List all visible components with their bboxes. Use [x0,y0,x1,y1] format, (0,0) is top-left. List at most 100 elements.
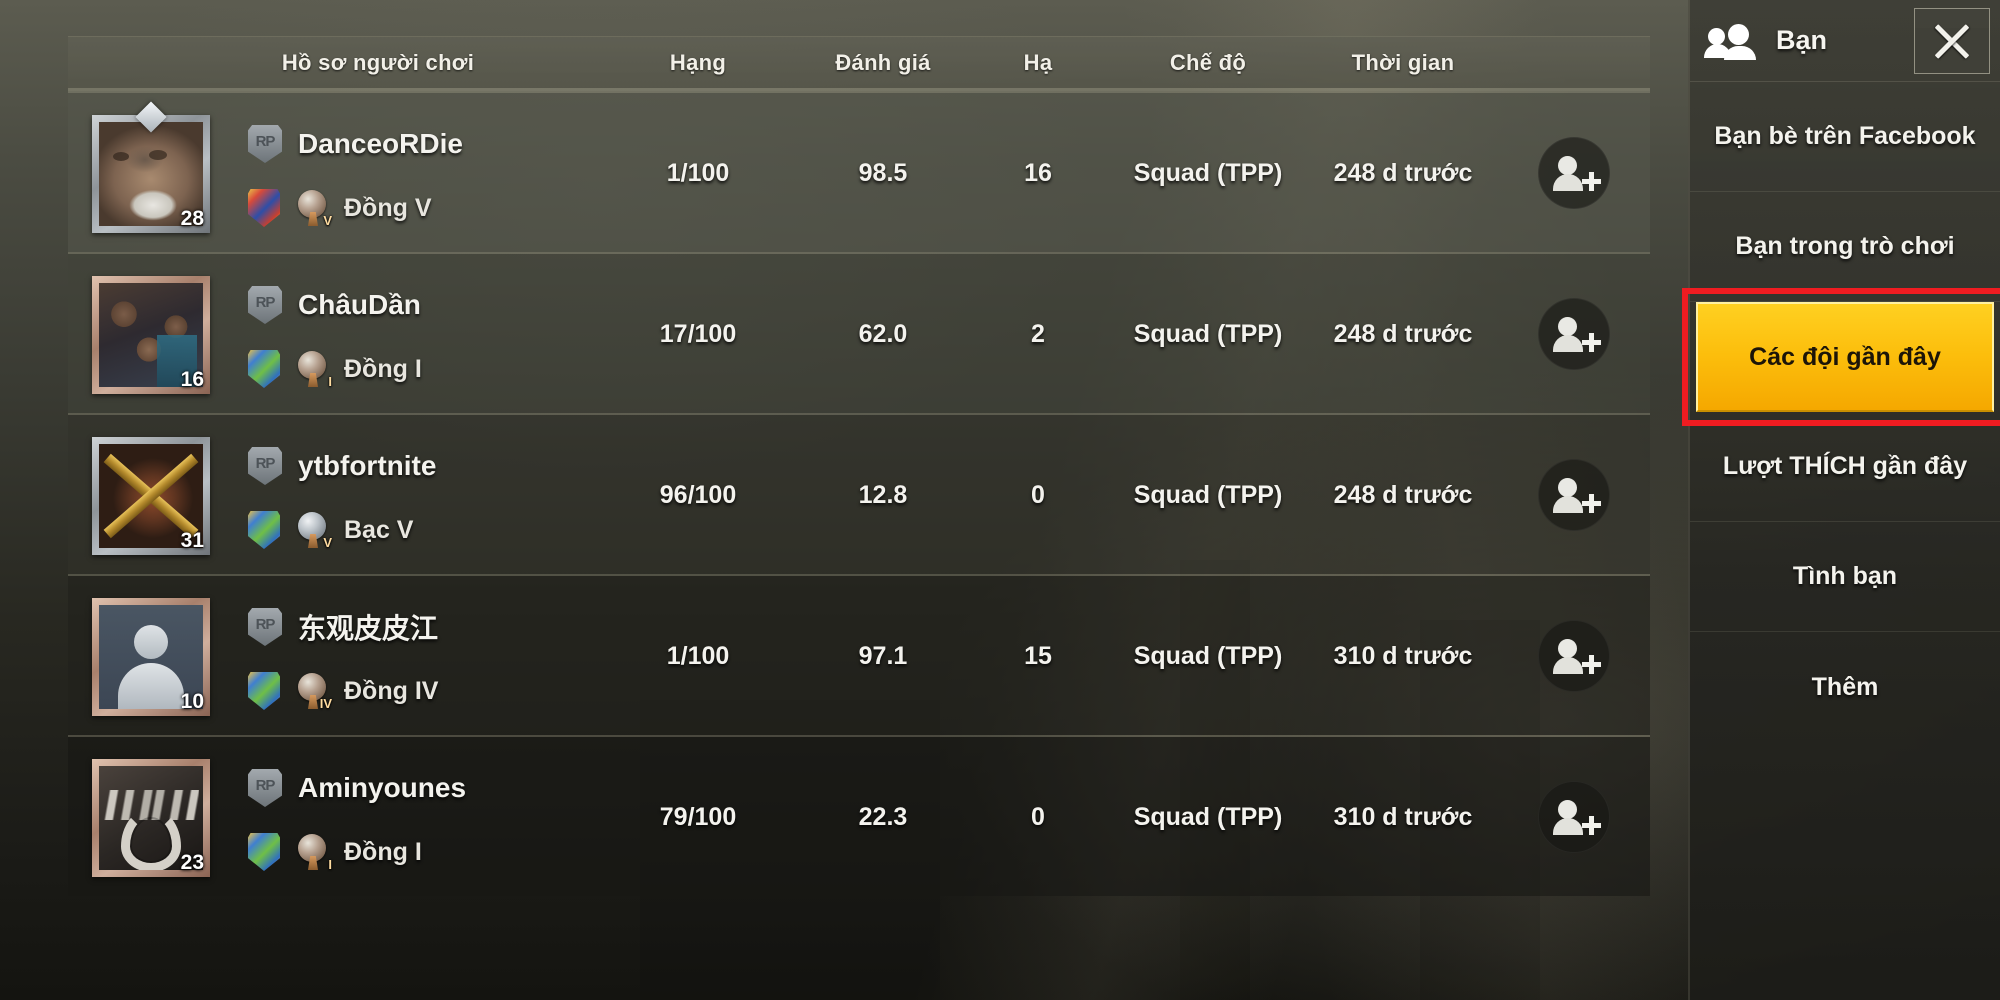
player-name[interactable]: 东观皮皮江 [298,607,438,647]
rp-badge-label: RP [255,294,276,311]
add-person-icon-part [1553,334,1583,352]
rp-badge-icon: RP [248,286,282,324]
rank-medal-icon: IV [294,673,332,711]
add-person-icon [1553,799,1601,835]
friends-panel-item-4[interactable]: Lượt THÍCH gần đây [1690,412,2000,522]
player-level: 28 [180,207,204,230]
clan-badge-icon [248,672,280,710]
add-person-icon-part [1553,817,1583,835]
close-button[interactable] [1914,8,1990,74]
cell-rating: 62.0 [858,320,908,348]
add-person-icon-part [1553,656,1583,674]
table-row[interactable]: 10 RP 东观皮皮江 IV Đồng IV 1/100 97.1 15 Squad (TPP)… [68,574,1650,735]
add-person-icon [1553,316,1601,352]
table-row[interactable]: 16 RP ChâuDần I Đồng I 17/100 62.0 2 Squad (TPP)… [68,252,1650,413]
friends-panel-item-6[interactable]: Thêm [1690,632,2000,742]
cell-kills: 0 [1031,803,1045,831]
cell-time: 310 d trước [1333,803,1473,831]
add-person-icon-part [1553,495,1583,513]
rp-badge-icon: RP [248,125,282,163]
cell-rating: 98.5 [858,159,908,187]
medal-tier-numeral: V [323,213,332,228]
friends-panel-nav: Bạn bè trên Facebook Bạn trong trò chơi Cá… [1682,82,2000,742]
player-level: 16 [180,368,204,391]
cell-kills: 2 [1031,320,1045,348]
player-name[interactable]: Aminyounes [298,772,466,804]
player-identity: RP DanceoRDie V Đồng V [248,121,463,231]
add-friend-button[interactable] [1538,297,1610,370]
column-header-time[interactable]: Thời gian [1293,37,1513,89]
add-person-icon [1553,155,1601,191]
cell-rank: 1/100 [666,642,730,670]
player-avatar[interactable]: 23 [92,759,210,877]
add-person-icon-part [1553,173,1583,191]
column-header-profile[interactable]: Hồ sơ người chơi [228,37,528,89]
add-person-icon [1553,638,1601,674]
player-avatar[interactable]: 31 [92,437,210,555]
rp-badge-label: RP [255,616,276,633]
player-avatar[interactable]: 16 [92,276,210,394]
clan-badge-icon [248,189,280,227]
player-identity: RP Aminyounes I Đồng I [248,765,466,875]
add-friend-button[interactable] [1538,619,1610,692]
rp-badge-label: RP [255,455,276,472]
player-tier: Đồng I [344,837,422,866]
cell-rank: 1/100 [666,159,730,187]
player-name[interactable]: DanceoRDie [298,128,463,160]
rank-medal-icon: I [294,351,332,389]
cell-time: 248 d trước [1333,159,1473,187]
add-person-icon-part [1582,178,1601,184]
cell-kills: 0 [1031,481,1045,509]
player-name[interactable]: ChâuDần [298,289,421,321]
cell-time: 310 d trước [1333,642,1473,670]
cell-kills: 15 [1024,642,1052,670]
rp-badge-icon: RP [248,608,282,646]
medal-tier-numeral: IV [319,696,332,711]
table-row[interactable]: 28 RP DanceoRDie V Đồng V 1/100 98.5 16 Squad (T… [68,91,1650,252]
column-header-rating[interactable]: Đánh giá [783,37,983,89]
add-person-icon-part [1582,500,1601,506]
player-tier: Đồng I [344,354,422,383]
add-person-icon-part [1558,316,1577,336]
table-row[interactable]: 23 RP Aminyounes I Đồng I 79/100 22.3 0 Squad (T… [68,735,1650,896]
add-person-icon-part [1582,339,1601,345]
player-tier: Đồng V [344,193,432,222]
cell-mode: Squad (TPP) [1133,642,1283,670]
friends-panel-item-1[interactable]: Bạn bè trên Facebook [1690,82,2000,192]
player-avatar[interactable]: 10 [92,598,210,716]
cell-time: 248 d trước [1333,481,1473,509]
table-row[interactable]: 31 RP ytbfortnite V Bạc V 96/100 12.8 0 Squad (T… [68,413,1650,574]
medal-tier-numeral: I [328,857,332,872]
add-friend-button[interactable] [1538,136,1610,209]
player-avatar[interactable]: 28 [92,101,210,233]
column-header-rank[interactable]: Hạng [598,37,798,89]
add-person-icon-part [1582,661,1601,667]
friends-panel-title: Bạn [1776,25,1828,55]
add-friend-button[interactable] [1538,780,1610,853]
rp-badge-icon: RP [248,769,282,807]
friends-icon [1704,23,1762,60]
cell-mode: Squad (TPP) [1133,481,1283,509]
cell-mode: Squad (TPP) [1133,803,1283,831]
column-header-kills[interactable]: Hạ [963,37,1113,89]
clan-badge-icon [248,833,280,871]
cell-rank: 17/100 [659,320,737,348]
cell-rank: 96/100 [659,481,737,509]
player-identity: RP 东观皮皮江 IV Đồng IV [248,604,438,714]
rank-medal-icon: V [294,190,332,228]
medal-tier-numeral: V [323,535,332,550]
add-person-icon-part [1558,799,1577,819]
cell-rating: 22.3 [858,803,908,831]
friends-panel-item-2[interactable]: Bạn trong trò chơi [1690,192,2000,302]
clan-badge-icon [248,350,280,388]
column-header-mode[interactable]: Chế độ [1108,37,1308,89]
friends-panel-item-5[interactable]: Tình bạn [1690,522,2000,632]
player-level: 31 [180,529,204,552]
friends-panel-header: Bạn [1690,0,2000,82]
friends-panel-item-3[interactable]: Các đội gần đây [1696,302,1994,412]
cell-rating: 97.1 [858,642,908,670]
player-name[interactable]: ytbfortnite [298,450,436,482]
player-level: 23 [180,851,204,874]
add-friend-button[interactable] [1538,458,1610,531]
rp-badge-icon: RP [248,447,282,485]
